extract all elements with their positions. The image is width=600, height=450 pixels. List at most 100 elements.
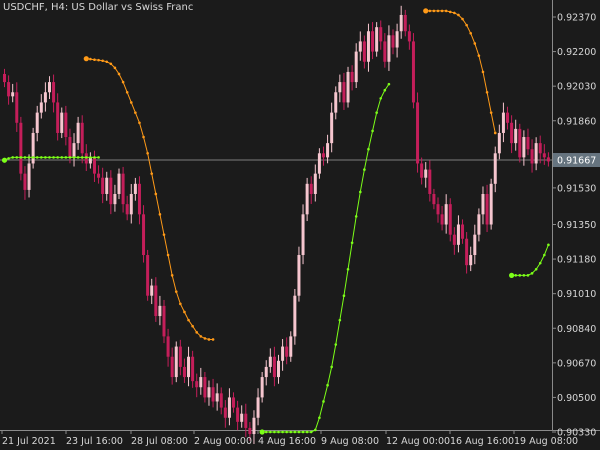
- lower-signal-dot: [334, 343, 338, 346]
- bull-candle: [456, 224, 460, 245]
- bear-candle: [518, 128, 522, 158]
- bull-candle: [11, 92, 15, 97]
- upper-signal-dot: [170, 274, 174, 277]
- chart-canvas[interactable]: 0.92370 0.92200 0.92030 0.91860 0.91530 0.913…: [0, 0, 600, 450]
- bear-candle: [526, 137, 530, 150]
- lower-signal-dot: [31, 156, 35, 159]
- x-tick-label: 16 Aug 16:00: [450, 436, 514, 447]
- lower-signal-dot: [7, 157, 10, 160]
- bear-candle: [379, 27, 383, 42]
- y-tick-label: 0.90670: [557, 358, 596, 369]
- y-tick-label: 0.92030: [557, 82, 596, 93]
- lower-signal-dot: [259, 429, 265, 435]
- upper-signal-dot: [477, 54, 481, 57]
- bear-candle: [383, 41, 387, 62]
- bear-candle: [121, 173, 125, 205]
- bull-candle: [489, 183, 493, 225]
- y-tick-label: 0.91180: [557, 255, 596, 266]
- bull-candle: [346, 71, 350, 103]
- lower-signal-dot: [363, 168, 366, 171]
- upper-signal-dot: [191, 324, 194, 328]
- bull-candle: [399, 14, 403, 32]
- upper-signal-dot: [129, 101, 133, 104]
- lower-signal-dot: [285, 430, 288, 434]
- bear-candle: [448, 204, 452, 235]
- bear-candle: [232, 397, 236, 408]
- bear-candle: [321, 153, 325, 158]
- upper-signal-dot: [187, 318, 190, 322]
- lower-signal-dot: [89, 156, 92, 159]
- upper-signal-dot: [203, 337, 207, 340]
- upper-signal-dot: [436, 9, 440, 13]
- bull-candle: [215, 393, 219, 402]
- bear-candle: [154, 285, 158, 317]
- lower-signal-dot: [40, 156, 43, 159]
- lower-signal-dot: [52, 156, 55, 159]
- bull-candle: [301, 214, 305, 256]
- upper-signal-dot: [440, 9, 444, 13]
- lower-signal-dot: [76, 156, 80, 159]
- upper-signal-dot: [150, 172, 154, 175]
- upper-signal-dot: [105, 60, 109, 64]
- bear-candle: [236, 407, 240, 422]
- bull-candle: [105, 177, 109, 194]
- upper-signal-dot: [121, 80, 125, 84]
- upper-signal-dot: [481, 70, 485, 74]
- lower-signal-dot: [379, 97, 383, 100]
- bear-candle: [428, 169, 432, 194]
- upper-signal-dot: [101, 59, 104, 63]
- x-tick-label: 28 Jul 08:00: [131, 436, 188, 447]
- lower-signal-dot: [301, 430, 305, 434]
- bull-candle: [375, 27, 379, 52]
- bull-candle: [72, 143, 76, 158]
- lower-signal-dot: [35, 156, 39, 159]
- bull-candle: [174, 346, 178, 378]
- x-tick-label: 21 Jul 2021: [2, 436, 56, 447]
- bear-candle: [510, 122, 514, 144]
- bear-candle: [80, 122, 84, 154]
- lower-signal-dot: [84, 156, 88, 159]
- upper-signal-line-1: [86, 58, 214, 340]
- lower-signal-dot: [350, 241, 354, 245]
- price-chart[interactable]: USDCHF, H4: US Dollar vs Swiss Franc 0.9…: [0, 0, 600, 450]
- lower-signal-dot: [314, 428, 317, 432]
- upper-signal-line-2: [425, 10, 496, 134]
- bull-candle: [264, 366, 268, 378]
- upper-signal-dot: [207, 338, 211, 341]
- bear-candle: [272, 356, 276, 378]
- lower-signal-dot: [264, 430, 268, 434]
- bear-candle: [485, 193, 489, 225]
- bull-candle: [117, 173, 121, 194]
- bull-candle: [277, 360, 280, 378]
- lower-signal-dot: [68, 156, 72, 159]
- lower-signal-dot: [538, 261, 542, 265]
- upper-signal-dot: [174, 290, 178, 293]
- upper-signal-dot: [469, 31, 473, 35]
- upper-signal-dot: [93, 58, 96, 62]
- bull-candle: [313, 173, 317, 194]
- bear-candle: [219, 393, 223, 408]
- y-tick-label: 0.92370: [557, 13, 596, 24]
- lower-signal-dot: [281, 430, 284, 434]
- bear-candle: [542, 153, 546, 158]
- bear-candle: [416, 102, 420, 164]
- upper-signal-dot: [146, 151, 149, 155]
- bear-candle: [309, 183, 313, 194]
- lower-signal-dot: [72, 156, 76, 159]
- lower-signal-dot: [273, 430, 276, 434]
- lower-signal-dot: [305, 430, 309, 434]
- upper-signal-dot: [125, 90, 129, 94]
- bear-candle: [546, 157, 550, 162]
- upper-signal-dot: [195, 331, 199, 334]
- bear-candle: [68, 137, 72, 158]
- bull-candle: [338, 82, 342, 93]
- lower-signal-dot: [93, 156, 96, 159]
- upper-signal-dot: [489, 111, 493, 114]
- bull-candle: [493, 153, 497, 184]
- bull-candle: [256, 397, 260, 418]
- bull-candle: [354, 51, 358, 83]
- bull-candle: [289, 336, 293, 357]
- y-tick-label: 0.91010: [557, 289, 596, 300]
- bear-candle: [109, 177, 113, 205]
- lower-signal-dot: [80, 156, 84, 159]
